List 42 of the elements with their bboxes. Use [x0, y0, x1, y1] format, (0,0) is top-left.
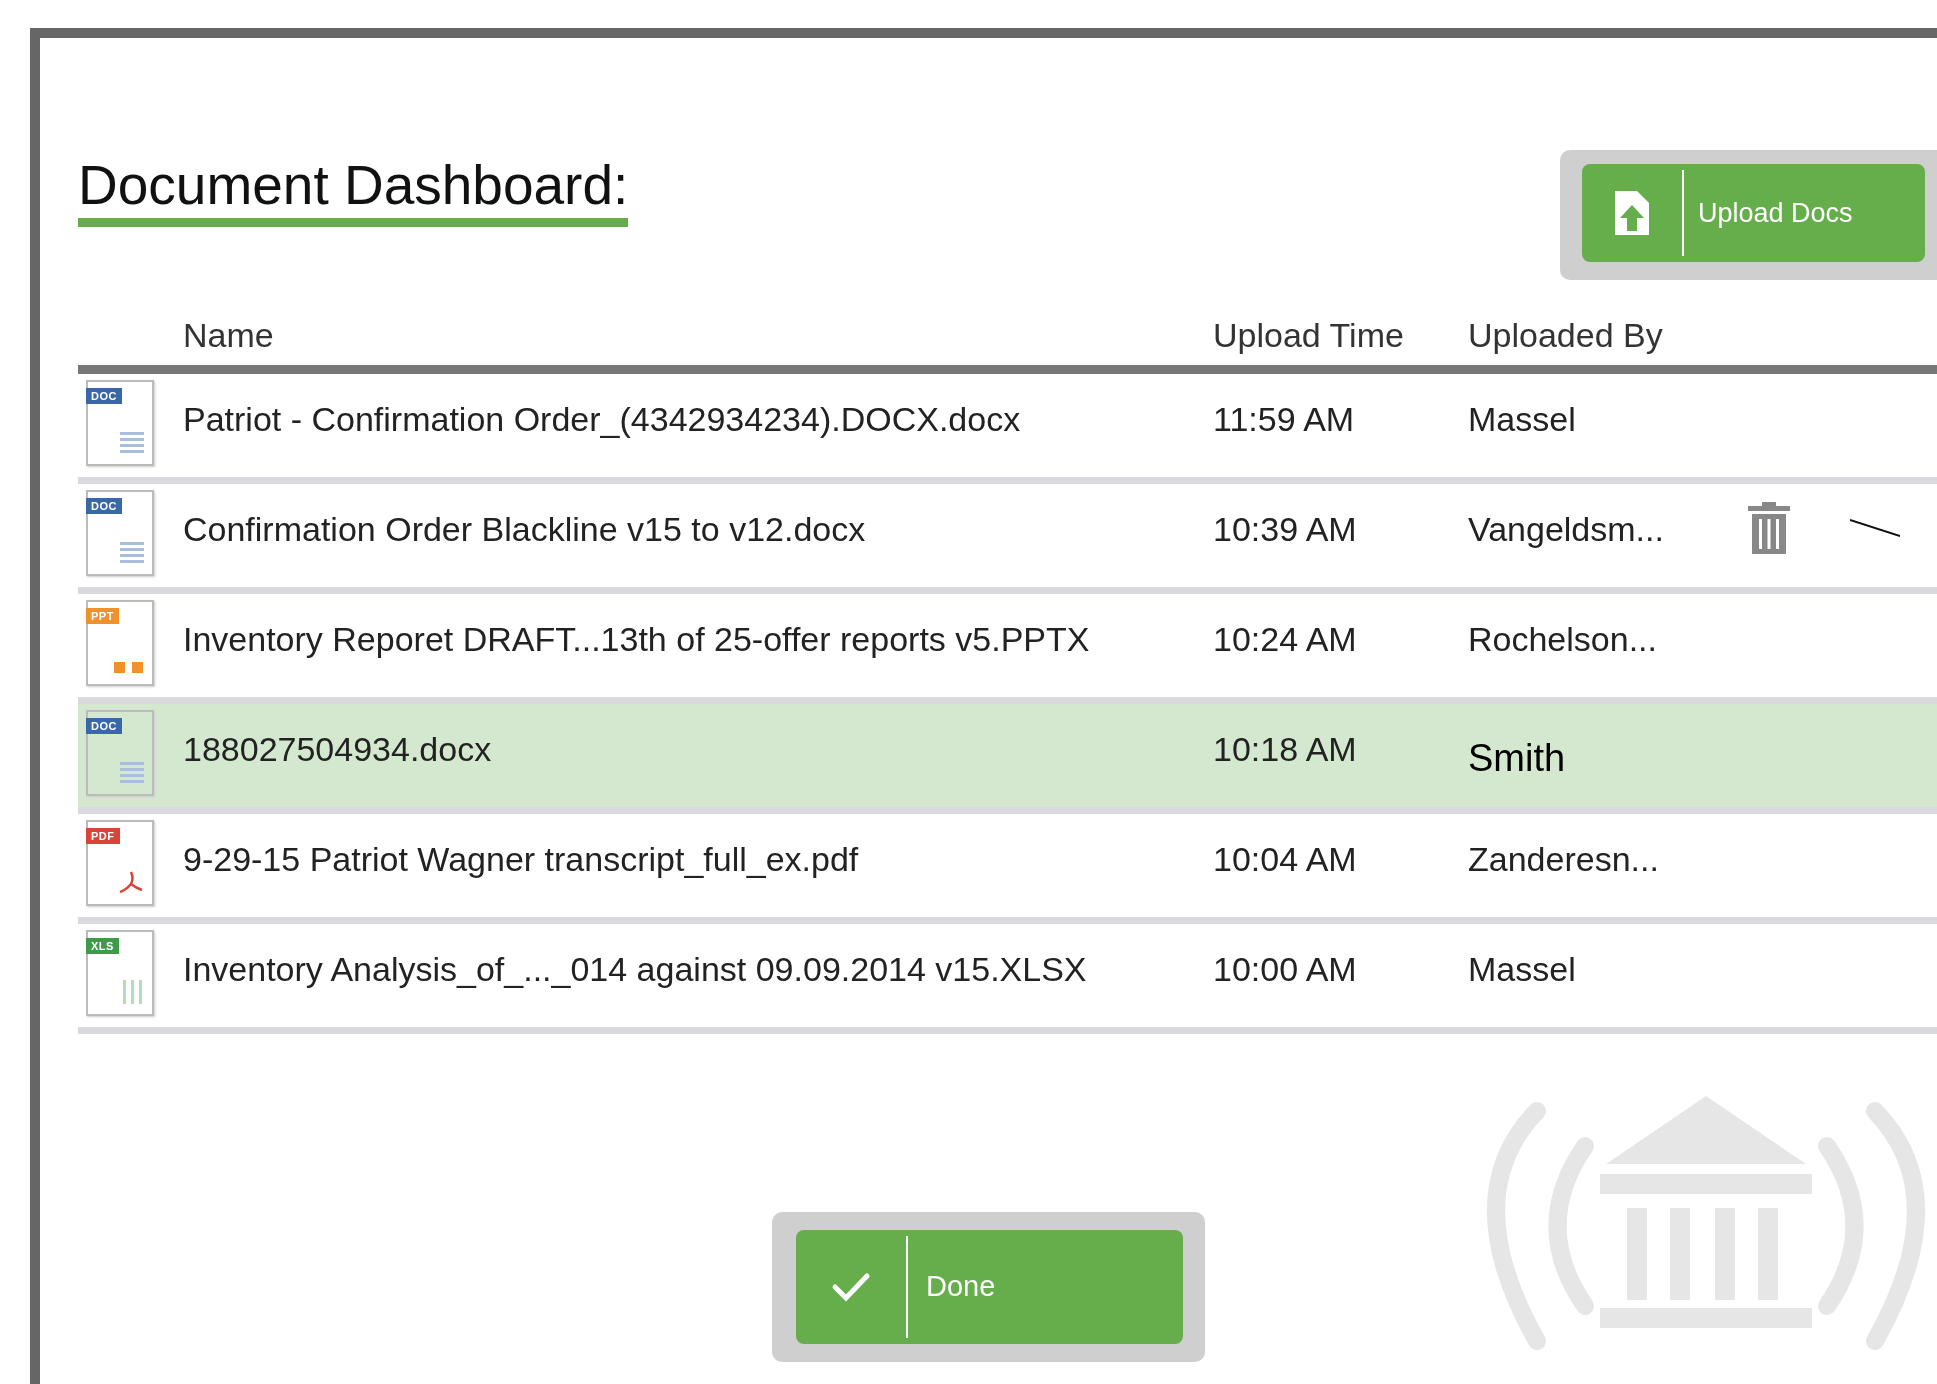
table-row[interactable]: DOC 188027504934.docx 10:18 AM Smith [78, 704, 1937, 814]
file-type-badge: DOC [86, 388, 122, 405]
file-type-badge: DOC [86, 498, 122, 515]
acrobat-icon [118, 870, 144, 894]
upload-time: 10:18 AM [1213, 729, 1358, 770]
table-row[interactable]: DOC Confirmation Order Blackline v15 to v12.docx 10:39 AM Vangeldsm... [78, 484, 1937, 594]
upload-file-icon [1615, 191, 1649, 235]
column-header: Upload Time [1213, 315, 1405, 356]
page-title: Document Dashboard: [78, 155, 629, 227]
text-lines-icon [120, 762, 144, 784]
upload-time: 10:39 AM [1213, 509, 1358, 550]
file-type-badge: XLS [86, 938, 119, 955]
uploader-name: Vangeldsm... [1468, 509, 1665, 550]
table-row[interactable]: DOC Patriot - Confirmation Order_(4342934234).DOCX.docx 11:59 AM Massel [78, 374, 1937, 484]
text-lines-icon [120, 432, 144, 454]
file-type-badge: DOC [86, 718, 122, 735]
file-name: 188027504934.docx [183, 729, 493, 770]
table-row[interactable]: XLS Inventory Analysis_of_..._014 against 09.09.2014 v15.XLSX 10:00 AM Massel [78, 924, 1937, 1034]
checkmark-icon [831, 1271, 871, 1303]
uploader-name: Rochelson... [1468, 619, 1658, 660]
uploader-name: Massel [1468, 399, 1577, 440]
column-header: Name [183, 315, 275, 356]
upload-time: 10:04 AM [1213, 839, 1358, 880]
file-name: 9-29-15 Patriot Wagner transcript_full_ex.pdf [183, 839, 860, 880]
upload-time: 10:24 AM [1213, 619, 1358, 660]
squares-icon [114, 662, 144, 674]
uploader-name: Zanderesn... [1468, 839, 1660, 880]
trash-icon[interactable] [1748, 502, 1790, 554]
file-name: Confirmation Order Blackline v15 to v12.docx [183, 509, 867, 550]
file-name: Patriot - Confirmation Order_(4342934234).DOCX.docx [183, 399, 1022, 440]
file-name: Inventory Analysis_of_..._014 against 09.09.2014 v15.XLSX [183, 949, 1088, 990]
file-name: Inventory Reporet DRAFT...13th of 25-offer reports v5.PPTX [183, 619, 1091, 660]
uploader-name: Smith [1468, 736, 1567, 781]
upload-time: 10:00 AM [1213, 949, 1358, 990]
file-type-badge: PDF [86, 828, 120, 845]
grid-lines-icon [122, 980, 144, 1004]
uploader-name: Massel [1468, 949, 1577, 990]
table-row[interactable]: PDF 9-29-15 Patriot Wagner transcript_full_ex.pdf 10:04 AM Zanderesn... [78, 814, 1937, 924]
file-type-badge: PPT [86, 608, 119, 625]
upload-time: 11:59 AM [1213, 399, 1356, 440]
text-lines-icon [120, 542, 144, 564]
column-header: Uploaded By [1468, 315, 1664, 356]
